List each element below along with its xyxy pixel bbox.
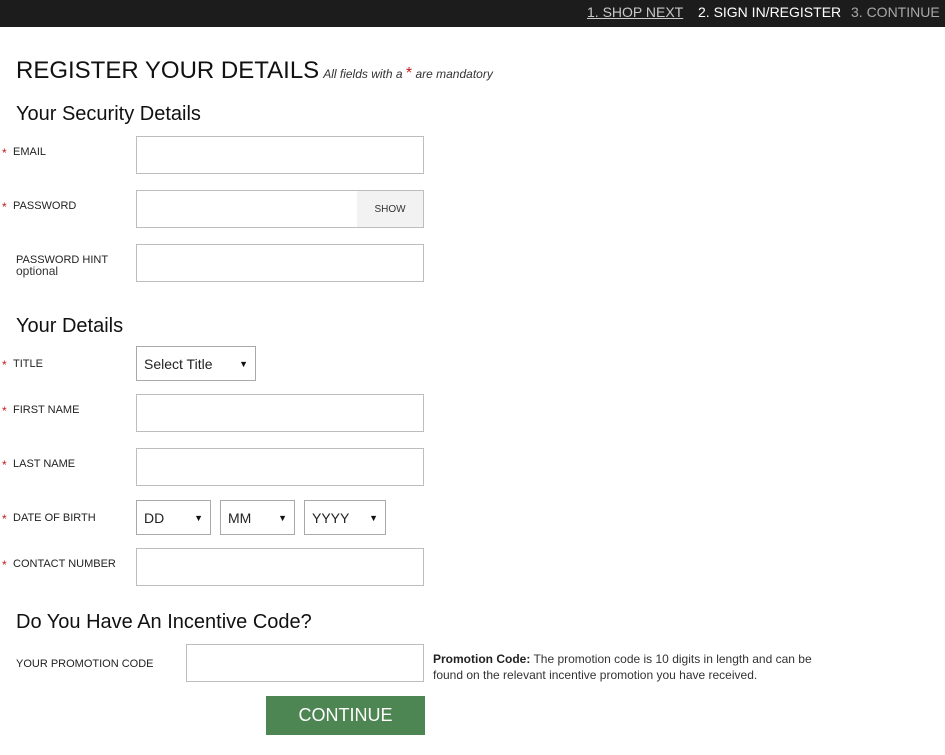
last-name-label: LAST NAME: [13, 458, 76, 470]
mandatory-note-pre: All fields with a: [323, 67, 406, 81]
incentive-code-heading: Do You Have An Incentive Code?: [16, 611, 312, 633]
continue-button[interactable]: CONTINUE: [266, 696, 425, 735]
contact-number-label: CONTACT NUMBER: [13, 558, 116, 570]
title-label: TITLE: [13, 358, 43, 370]
date-of-birth-label: DATE OF BIRTH: [13, 512, 96, 524]
dob-month-select[interactable]: MM ▼: [220, 500, 295, 535]
password-field[interactable]: SHOW: [136, 190, 424, 228]
first-name-label: FIRST NAME: [13, 404, 80, 416]
chevron-down-icon: ▼: [278, 512, 287, 523]
password-hint-label-group: PASSWORD HINT optional: [16, 254, 108, 278]
promotion-code-label: YOUR PROMOTION CODE: [16, 658, 154, 670]
promotion-code-info: Promotion Code: The promotion code is 10…: [433, 651, 833, 683]
password-hint-optional: optional: [16, 264, 59, 278]
contact-required-marker: *: [2, 558, 7, 572]
mandatory-note-post: are mandatory: [412, 67, 493, 81]
email-field[interactable]: [136, 136, 424, 174]
first-name-field[interactable]: [136, 394, 424, 432]
mandatory-note: All fields with a * are mandatory: [323, 65, 493, 82]
contact-number-field[interactable]: [136, 548, 424, 586]
checkout-steps-bar: 1. SHOP NEXT 2. SIGN IN/REGISTER 3. CONT…: [0, 0, 945, 27]
title-select[interactable]: Select Title ▼: [136, 346, 256, 381]
last-name-field[interactable]: [136, 448, 424, 486]
dob-day-value: DD: [144, 509, 165, 526]
chevron-down-icon: ▼: [239, 358, 248, 369]
dob-day-select[interactable]: DD ▼: [136, 500, 211, 535]
password-required-marker: *: [2, 200, 7, 214]
dob-month-value: MM: [228, 509, 252, 526]
step-shop-next-link[interactable]: 1. SHOP NEXT: [587, 4, 683, 20]
password-label: PASSWORD: [13, 200, 77, 212]
show-password-button[interactable]: SHOW: [357, 191, 423, 227]
step-sign-in-register: 2. SIGN IN/REGISTER: [698, 4, 842, 20]
promotion-code-field[interactable]: [186, 644, 424, 682]
email-label: EMAIL: [13, 146, 47, 158]
email-required-marker: *: [2, 146, 7, 160]
dob-required-marker: *: [2, 512, 7, 526]
dob-year-select[interactable]: YYYY ▼: [304, 500, 386, 535]
first-name-required-marker: *: [2, 404, 7, 418]
page-title: REGISTER YOUR DETAILS All fields with a *…: [16, 57, 493, 85]
your-details-heading: Your Details: [16, 315, 124, 337]
chevron-down-icon: ▼: [369, 512, 378, 523]
title-select-value: Select Title: [144, 355, 213, 372]
title-required-marker: *: [2, 358, 7, 372]
last-name-required-marker: *: [2, 458, 7, 472]
promotion-code-info-title: Promotion Code:: [433, 652, 531, 666]
password-hint-field[interactable]: [136, 244, 424, 282]
step-continue: 3. CONTINUE: [851, 4, 940, 20]
security-details-heading: Your Security Details: [16, 103, 201, 125]
dob-year-value: YYYY: [312, 509, 350, 526]
chevron-down-icon: ▼: [194, 512, 203, 523]
page-title-text: REGISTER YOUR DETAILS: [16, 57, 320, 84]
